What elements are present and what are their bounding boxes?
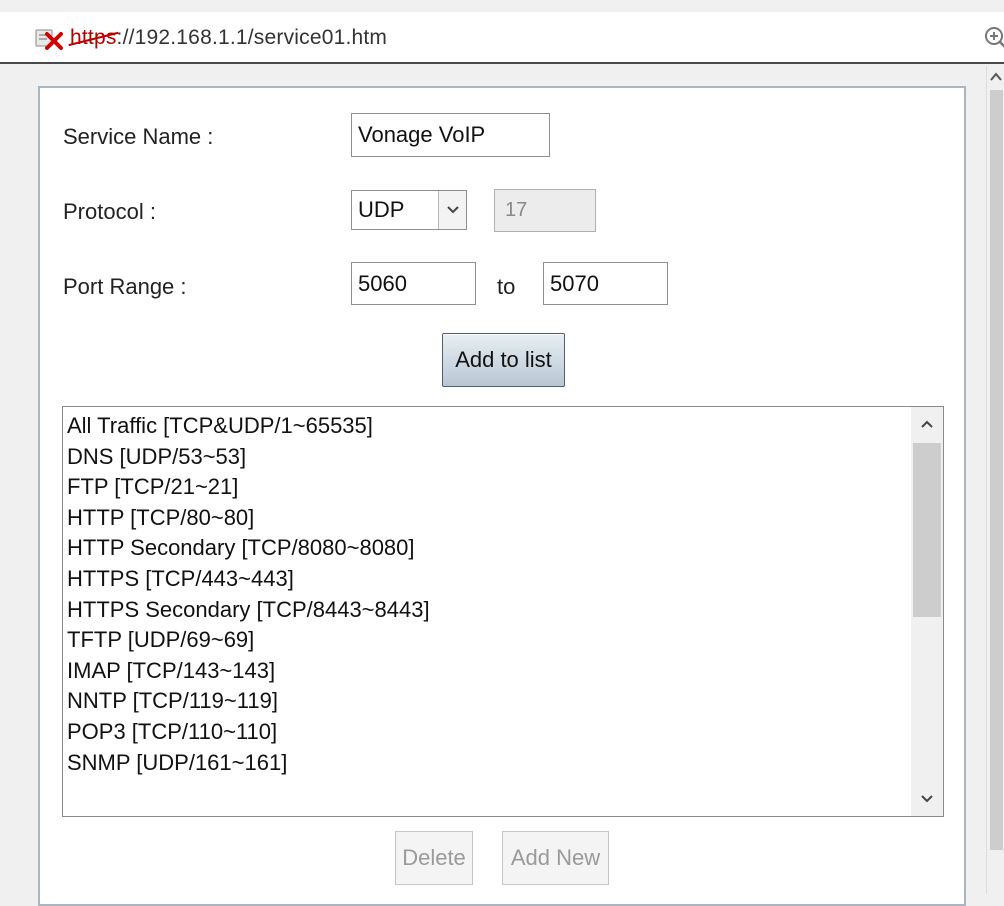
protocol-number-field: 17 [494, 189, 596, 232]
zoom-icon[interactable] [982, 24, 1004, 52]
chevron-up-icon[interactable] [911, 407, 943, 441]
protocol-select[interactable]: UDP [351, 190, 467, 230]
list-item[interactable]: DNS [UDP/53~53] [67, 442, 430, 473]
list-item[interactable]: SNMP [UDP/161~161] [67, 748, 430, 779]
list-item[interactable]: TFTP [UDP/69~69] [67, 625, 430, 656]
add-to-list-button[interactable]: Add to list [442, 333, 565, 387]
list-item[interactable]: POP3 [TCP/110~110] [67, 717, 430, 748]
list-item[interactable]: FTP [TCP/21~21] [67, 472, 430, 503]
list-item[interactable]: IMAP [TCP/143~143] [67, 656, 430, 687]
list-item[interactable]: HTTPS Secondary [TCP/8443~8443] [67, 595, 430, 626]
url-protocol: https [70, 26, 117, 49]
service-listbox[interactable]: All Traffic [TCP&UDP/1~65535] DNS [UDP/53… [62, 406, 944, 817]
port-to-label: to [497, 274, 516, 299]
chevron-down-icon[interactable] [438, 191, 466, 229]
delete-button[interactable]: Delete [395, 831, 473, 885]
list-item[interactable]: HTTPS [TCP/443~443] [67, 564, 430, 595]
protocol-label: Protocol : [63, 199, 156, 224]
list-item[interactable]: All Traffic [TCP&UDP/1~65535] [67, 411, 430, 442]
page-scrollbar-thumb[interactable] [990, 90, 1003, 850]
service-list: All Traffic [TCP&UDP/1~65535] DNS [UDP/53… [67, 411, 430, 778]
list-item[interactable]: HTTP Secondary [TCP/8080~8080] [67, 533, 430, 564]
add-new-button[interactable]: Add New [502, 831, 609, 885]
certificate-error-icon[interactable] [32, 24, 68, 52]
page-scrollbar[interactable] [986, 66, 1004, 894]
service-list-scrollbar-thumb[interactable] [913, 443, 941, 617]
port-start-input[interactable]: 5060 [351, 262, 476, 305]
address-bar[interactable]: https://192.168.1.1/service01.htm [0, 12, 1004, 64]
port-end-input[interactable]: 5070 [543, 262, 668, 305]
port-range-label: Port Range : [63, 274, 187, 299]
protocol-selected-value: UDP [358, 197, 405, 222]
service-name-label: Service Name : [63, 124, 214, 149]
url-path: ://192.168.1.1/service01.htm [116, 26, 388, 49]
chevron-down-icon[interactable] [911, 782, 943, 816]
chevron-up-icon[interactable] [990, 72, 1002, 82]
service-list-scrollbar[interactable] [911, 407, 943, 816]
service-name-input[interactable]: Vonage VoIP [351, 113, 550, 157]
url-text[interactable]: https://192.168.1.1/service01.htm [70, 26, 387, 50]
list-item[interactable]: NNTP [TCP/119~119] [67, 686, 430, 717]
list-item[interactable]: HTTP [TCP/80~80] [67, 503, 430, 534]
